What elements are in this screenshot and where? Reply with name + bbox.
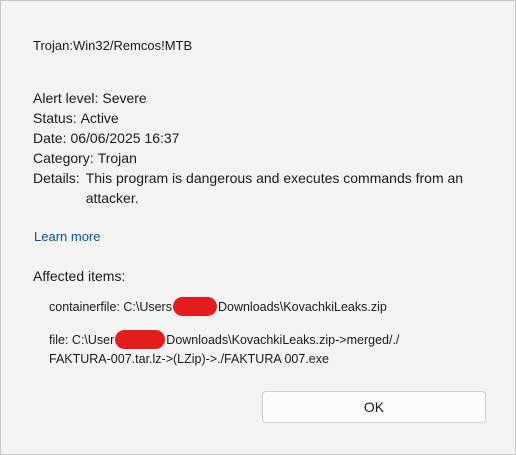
status-row: Status: Active bbox=[33, 108, 506, 128]
category-row: Category: Trojan bbox=[33, 148, 506, 168]
affected-items-heading: Affected items: bbox=[33, 268, 126, 284]
affected-item-path-start: file: C:\User bbox=[49, 333, 115, 347]
affected-item-path-end: Downloads\KovachkiLeaks.zip bbox=[217, 300, 387, 314]
affected-item: file: C:\User Downloads\KovachkiLeaks.zip… bbox=[49, 330, 469, 368]
threat-properties: Alert level: Severe Status: Active Date:… bbox=[33, 88, 506, 208]
date-label: Date: bbox=[33, 130, 67, 146]
ok-button[interactable]: OK bbox=[262, 391, 486, 423]
date-row: Date: 06/06/2025 16:37 bbox=[33, 128, 506, 148]
learn-more-link[interactable]: Learn more bbox=[34, 229, 100, 244]
threat-name: Trojan:Win32/Remcos!MTB bbox=[33, 38, 193, 53]
alert-level-label: Alert level: bbox=[33, 90, 99, 106]
status-label: Status: bbox=[33, 110, 77, 126]
redaction-mark bbox=[172, 297, 217, 317]
affected-item-path-continuation: FAKTURA-007.tar.lz->(LZip)->./FAKTURA 00… bbox=[49, 352, 329, 367]
affected-item-path-start: containerfile: C:\Users bbox=[49, 300, 172, 314]
affected-item: containerfile: C:\Users Downloads\Kovachk… bbox=[49, 297, 469, 317]
redaction-mark bbox=[115, 330, 166, 350]
affected-item-path-end: Downloads\KovachkiLeaks.zip->merged/./ bbox=[166, 333, 400, 347]
details-value: This program is dangerous and executes c… bbox=[85, 170, 464, 206]
alert-level-value: Severe bbox=[102, 90, 147, 106]
category-label: Category: bbox=[33, 150, 94, 166]
alert-level-row: Alert level: Severe bbox=[33, 88, 506, 108]
threat-details-dialog: Trojan:Win32/Remcos!MTB Alert level: Sev… bbox=[0, 0, 516, 455]
date-value: 06/06/2025 16:37 bbox=[70, 130, 180, 146]
category-value: Trojan bbox=[97, 150, 137, 166]
details-label: Details: bbox=[33, 170, 80, 186]
details-row: Details: This program is dangerous and e… bbox=[33, 168, 506, 208]
status-value: Active bbox=[80, 110, 119, 126]
